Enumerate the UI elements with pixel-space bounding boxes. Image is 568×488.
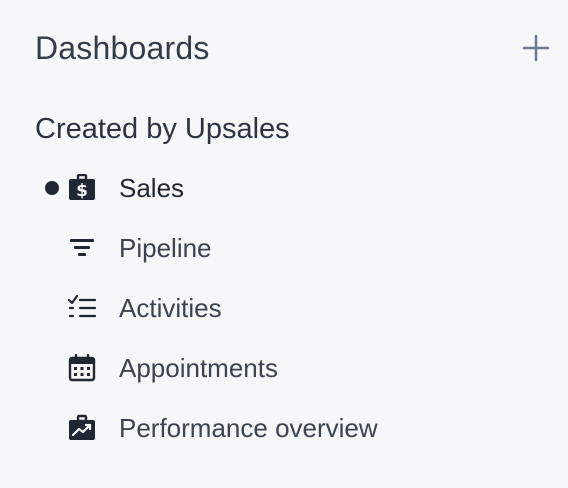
dashboard-item-appointments[interactable]: Appointments (0, 338, 568, 398)
dashboard-item-pipeline[interactable]: Pipeline (0, 218, 568, 278)
checklist-icon (68, 294, 96, 322)
dashboard-item-label: Performance overview (119, 413, 378, 443)
section-title: Created by Upsales (35, 113, 290, 145)
active-indicator (45, 181, 59, 195)
svg-text:$: $ (76, 181, 88, 201)
dashboards-panel: Dashboards Created by Upsales $ Sales Pi… (0, 0, 568, 488)
briefcase-chart-icon (68, 414, 96, 442)
dashboard-item-performance-overview[interactable]: Performance overview (0, 398, 568, 458)
dashboard-item-sales[interactable]: $ Sales (0, 158, 568, 218)
briefcase-dollar-icon: $ (68, 174, 96, 202)
calendar-icon (68, 354, 96, 382)
dashboard-list: $ Sales Pipeline Activities Appointments… (0, 158, 568, 458)
funnel-icon (68, 234, 96, 262)
dashboard-item-label: Pipeline (119, 233, 212, 263)
dashboard-item-label: Sales (119, 173, 185, 203)
plus-icon (522, 34, 550, 62)
page-title: Dashboards (35, 30, 210, 66)
panel-header: Dashboards (35, 28, 550, 68)
dashboard-item-activities[interactable]: Activities (0, 278, 568, 338)
add-dashboard-button[interactable] (522, 34, 550, 62)
dashboard-item-label: Appointments (119, 353, 278, 383)
dashboard-item-label: Activities (119, 293, 222, 323)
